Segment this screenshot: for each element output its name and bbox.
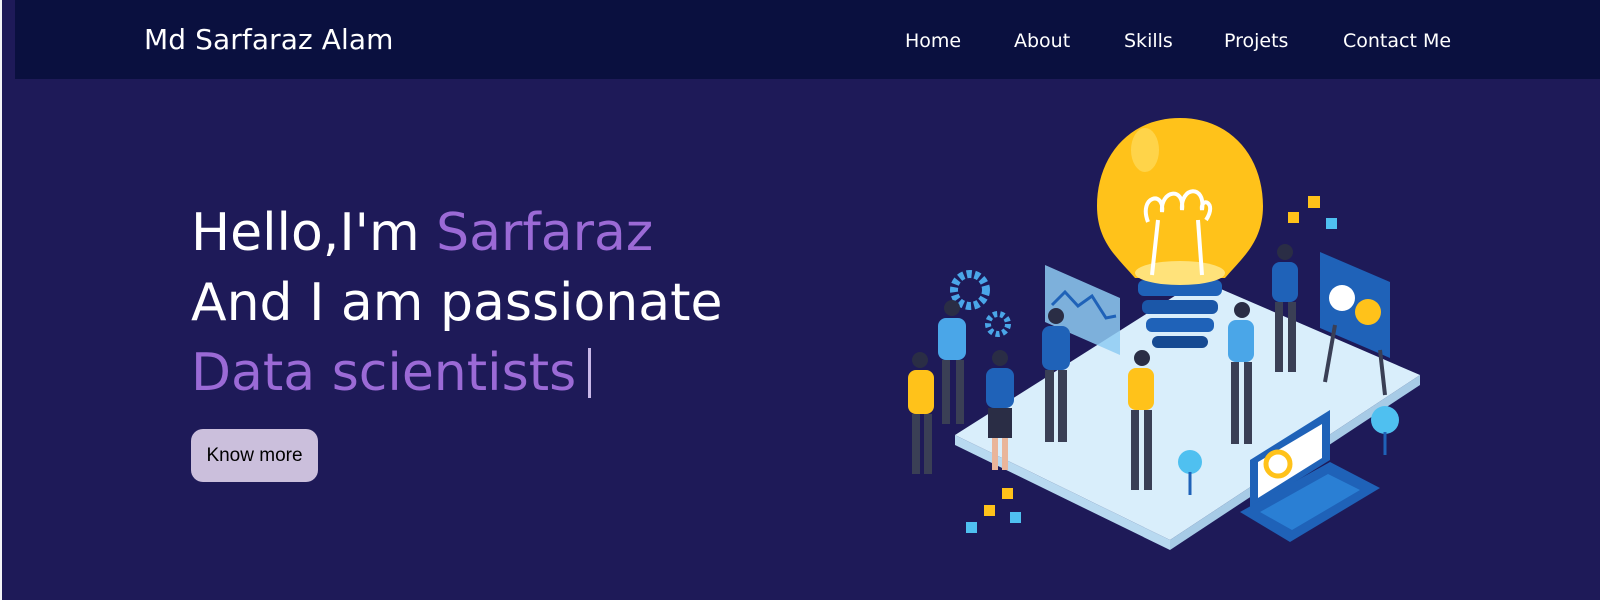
hero-greeting: Hello,I'm — [191, 203, 437, 263]
person-figure — [908, 352, 934, 474]
hero-name: Sarfaraz — [436, 203, 654, 263]
typing-cursor — [588, 348, 592, 398]
brand-logo[interactable]: Md Sarfaraz Alam — [144, 23, 394, 56]
window-edge — [0, 0, 2, 600]
idea-team-illustration-icon — [908, 118, 1420, 550]
page: Md Sarfaraz Alam Home About Skills Proje… — [0, 0, 1600, 600]
nav-link-skills[interactable]: Skills — [1124, 30, 1173, 52]
hero-text: Hello,I'm Sarfaraz And I am passionate D… — [191, 198, 723, 408]
hero-role: Data scientists — [191, 343, 577, 403]
hero-greeting-line: Hello,I'm Sarfaraz — [191, 198, 723, 268]
nav-link-contact[interactable]: Contact Me — [1343, 30, 1451, 52]
navbar: Md Sarfaraz Alam Home About Skills Proje… — [15, 0, 1600, 79]
person-figure — [938, 300, 966, 424]
nav-link-projects[interactable]: Projets — [1224, 30, 1288, 52]
nav-link-about[interactable]: About — [1014, 30, 1070, 52]
hero-role-line: Data scientists — [191, 338, 723, 408]
know-more-button[interactable]: Know more — [191, 429, 318, 482]
nav-link-home[interactable]: Home — [905, 30, 961, 52]
hero-tagline: And I am passionate — [191, 273, 723, 333]
